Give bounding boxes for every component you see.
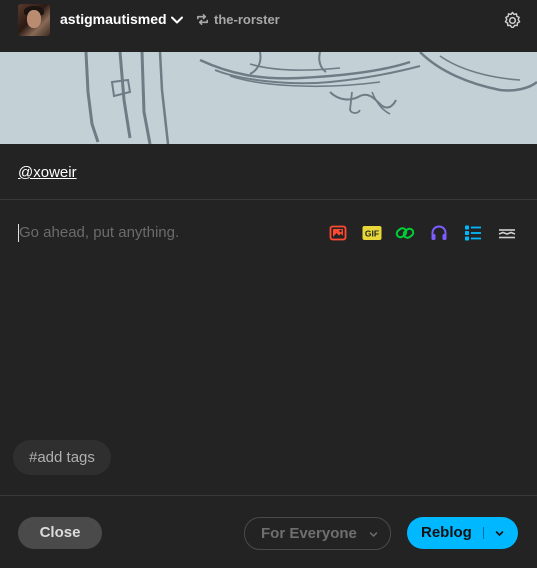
reblog-icon: [197, 14, 208, 25]
more-icon[interactable]: [497, 223, 517, 243]
post-footer: Close For Everyone Reblog: [0, 495, 537, 568]
post-header: astigmautismed the-rorster: [0, 0, 537, 53]
link-icon[interactable]: [395, 223, 415, 243]
chevron-down-icon[interactable]: [170, 13, 184, 27]
gif-icon[interactable]: GIF: [362, 223, 382, 243]
gif-icon-label: GIF: [365, 229, 379, 239]
close-button[interactable]: Close: [18, 517, 102, 549]
post-content: @xoweir: [0, 145, 537, 200]
reblog-editor[interactable]: Go ahead, put anything. GIF #add tags: [0, 200, 537, 495]
blog-name[interactable]: astigmautismed: [60, 11, 167, 27]
reblog-button[interactable]: Reblog: [407, 517, 518, 549]
audience-label: For Everyone: [261, 525, 357, 542]
reblog-button-label: Reblog: [421, 524, 472, 541]
audio-icon[interactable]: [429, 223, 449, 243]
add-tags-input[interactable]: #add tags: [13, 440, 111, 475]
chevron-down-icon[interactable]: [495, 529, 504, 538]
mention-link[interactable]: @xoweir: [18, 164, 77, 181]
reblogged-from-blog[interactable]: the-rorster: [214, 12, 280, 27]
editor-placeholder[interactable]: Go ahead, put anything.: [19, 224, 179, 241]
button-divider: [483, 527, 484, 539]
sketch-drawing: [84, 52, 537, 144]
reblogged-image: [0, 52, 537, 144]
chevron-down-icon: [369, 532, 378, 538]
image-icon[interactable]: [328, 223, 348, 243]
audience-select[interactable]: For Everyone: [244, 517, 391, 550]
avatar[interactable]: [18, 4, 50, 36]
gear-icon[interactable]: [503, 11, 522, 30]
list-icon[interactable]: [463, 223, 483, 243]
